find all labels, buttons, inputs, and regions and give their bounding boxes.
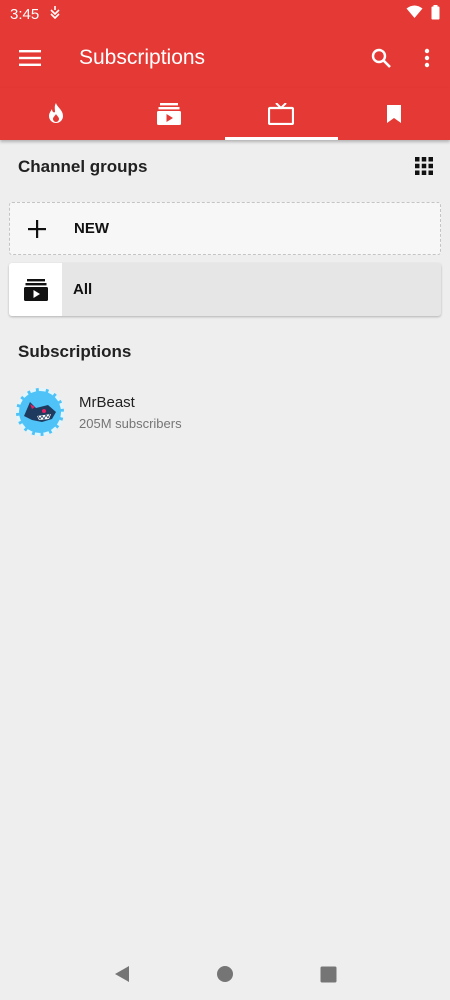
hamburger-menu-icon — [19, 50, 41, 66]
new-group-label: NEW — [74, 220, 109, 237]
subscription-item[interactable]: MrBeast 205M subscribers — [16, 388, 436, 436]
add-icon-box — [10, 203, 63, 254]
subscriptions-title: Subscriptions — [18, 342, 132, 361]
tab-trending[interactable] — [0, 88, 113, 140]
home-circle-icon — [216, 966, 233, 982]
overflow-menu-button[interactable] — [404, 28, 450, 88]
tab-bar — [0, 88, 450, 140]
grid-view-button[interactable] — [414, 156, 434, 176]
fire-icon — [49, 103, 64, 123]
battery-icon — [431, 4, 440, 24]
all-group-icon-box — [9, 263, 62, 316]
plus-icon — [27, 219, 46, 238]
nav-home-button[interactable] — [205, 954, 245, 994]
status-bar: 3:45 — [0, 0, 450, 28]
subscription-feed-icon — [23, 278, 48, 301]
nav-back-button[interactable] — [102, 954, 142, 994]
subscription-text: MrBeast 205M subscribers — [79, 394, 182, 431]
tab-feed[interactable] — [113, 88, 226, 140]
all-group-label: All — [73, 281, 93, 298]
subscriber-count: 205M subscribers — [79, 415, 182, 431]
app-bar: Subscriptions — [0, 28, 450, 88]
channel-avatar — [16, 388, 64, 436]
wifi-icon — [406, 5, 423, 23]
search-button[interactable] — [358, 28, 404, 88]
channel-groups-title: Channel groups — [18, 157, 148, 176]
page-title: Subscriptions — [79, 46, 206, 69]
all-group-card[interactable]: All — [9, 263, 441, 316]
back-triangle-icon — [114, 966, 129, 982]
more-vert-icon — [424, 48, 430, 68]
subscription-feed-icon — [156, 103, 181, 125]
panther-logo-icon — [20, 392, 60, 432]
tv-icon — [268, 103, 295, 125]
system-nav-bar — [0, 948, 450, 1000]
status-time: 3:45 — [10, 5, 40, 23]
notification-icon — [49, 5, 61, 23]
tab-subscriptions[interactable] — [225, 88, 338, 140]
new-group-button[interactable]: NEW — [9, 202, 441, 255]
grid-icon — [415, 157, 433, 175]
tab-bookmarks[interactable] — [338, 88, 450, 140]
bookmark-icon — [386, 105, 401, 123]
nav-recents-button[interactable] — [308, 954, 348, 994]
channel-name: MrBeast — [79, 393, 135, 411]
menu-button[interactable] — [0, 28, 60, 88]
search-icon — [371, 48, 391, 68]
recents-square-icon — [320, 966, 337, 982]
